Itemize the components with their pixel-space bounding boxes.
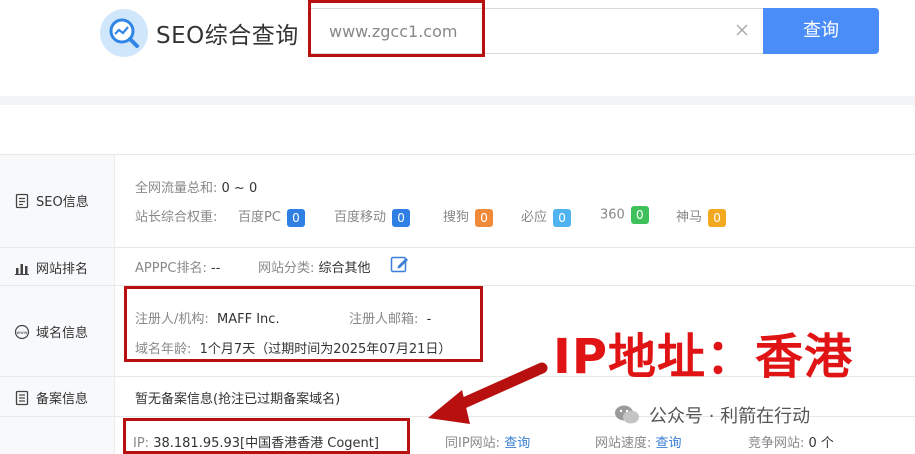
weight-badge: 0 <box>286 208 305 227</box>
weight-badge: 0 <box>630 206 649 224</box>
competitor-sites: 竞争网站: 0 个 <box>748 436 834 451</box>
weight-badge: 0 <box>708 208 727 227</box>
weight-label: 站长综合权重: <box>135 210 218 225</box>
engine-sogou[interactable]: 搜狗 0 <box>443 206 494 227</box>
weight-badge: 0 <box>475 208 494 227</box>
row-label-domain: 域名信息 <box>36 326 89 341</box>
logo-icon <box>100 9 148 57</box>
engine-baidu-pc[interactable]: 百度PC 0 <box>238 206 305 227</box>
divider-band <box>0 96 915 105</box>
brand-title: SEO综合查询 <box>156 23 299 49</box>
same-ip-sites: 同IP网站: 查询 <box>445 436 531 451</box>
search-button[interactable]: 查询 <box>763 8 879 54</box>
wechat-icon <box>615 405 639 424</box>
edit-icon[interactable] <box>390 254 410 274</box>
row-label-icp: 备案信息 <box>36 392 89 407</box>
site-speed: 网站速度: 查询 <box>595 436 682 451</box>
row-seo-info: SEO信息 全网流量总和: 0 ~ 0 站长综合权重: 百度PC 0 百度移动 0 … <box>0 154 915 247</box>
weight-row: 站长综合权重: <box>135 206 217 225</box>
list-icon <box>15 390 29 405</box>
annotation-text: IP地址：香港 <box>553 329 854 385</box>
highlight-box-search <box>308 0 485 57</box>
document-icon <box>15 193 29 208</box>
arrow-icon <box>428 362 548 424</box>
traffic-total: 全网流量总和: 0 ~ 0 <box>135 181 258 196</box>
www-globe-icon: www <box>14 324 30 339</box>
engine-baidu-mobile[interactable]: 百度移动 0 <box>334 206 411 227</box>
bar-chart-icon <box>15 263 29 275</box>
row-label-seo: SEO信息 <box>36 195 89 210</box>
row-site-rank: 网站排名 APPPC排名: -- 网站分类: 综合其他 <box>0 247 915 285</box>
clear-icon[interactable] <box>734 22 750 38</box>
same-ip-query-link[interactable]: 查询 <box>504 436 530 451</box>
site-category: 网站分类: 综合其他 <box>258 261 371 276</box>
weight-badge: 0 <box>392 208 411 227</box>
svg-text:www: www <box>16 331 27 336</box>
speed-query-link[interactable]: 查询 <box>656 436 682 451</box>
engine-360[interactable]: 360 0 <box>600 206 649 224</box>
highlight-box-domain <box>124 286 483 362</box>
weight-badge: 0 <box>553 208 572 227</box>
engine-bing[interactable]: 必应 0 <box>521 206 572 227</box>
row-label-rank: 网站排名 <box>36 262 89 277</box>
watermark: 公众号 · 利箭在行动 <box>613 402 810 428</box>
apppc-rank: APPPC排名: -- <box>135 261 221 276</box>
icp-value: 暂无备案信息(抢注已过期备案域名) <box>135 392 341 407</box>
engine-shenma[interactable]: 神马 0 <box>676 206 727 227</box>
highlight-box-ip <box>123 418 410 454</box>
